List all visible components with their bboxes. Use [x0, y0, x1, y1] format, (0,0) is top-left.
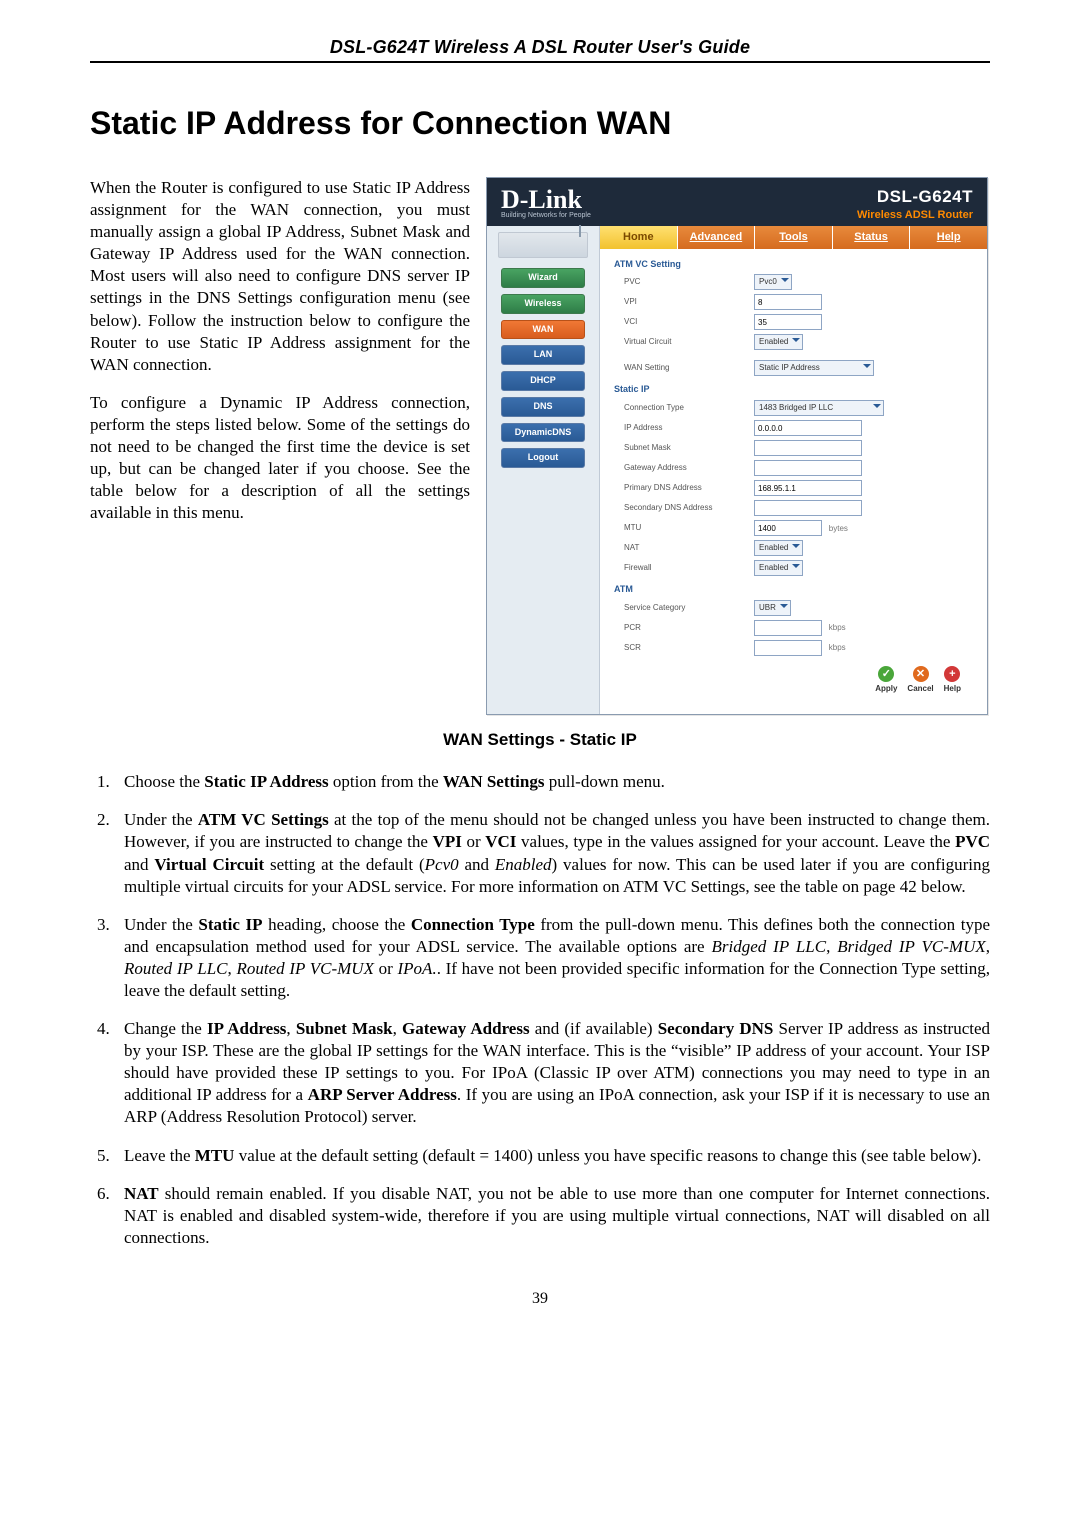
virtual-circuit-select[interactable]: Enabled [754, 334, 803, 350]
brand-tagline: Building Networks for People [501, 211, 591, 220]
pvc-select[interactable]: Pvc0 [754, 274, 792, 290]
ip-address-input[interactable] [754, 420, 862, 436]
vpi-label: VPI [614, 297, 754, 307]
nat-label: NAT [614, 543, 754, 553]
page-number: 39 [90, 1289, 990, 1310]
router-admin-screenshot: D-Link Building Networks for People DSL-… [486, 177, 988, 715]
scr-unit: kbps [829, 643, 846, 652]
help-label: Help [944, 684, 961, 694]
nat-select[interactable]: Enabled [754, 540, 803, 556]
tab-advanced[interactable]: Advanced [678, 226, 756, 248]
sidebar-item-lan[interactable]: LAN [501, 345, 585, 365]
steps-list: Choose the Static IP Address option from… [114, 771, 990, 1249]
secondary-dns-input[interactable] [754, 500, 862, 516]
secondary-dns-label: Secondary DNS Address [614, 503, 754, 513]
wan-setting-label: WAN Setting [614, 363, 754, 373]
tab-home[interactable]: Home [600, 226, 678, 248]
connection-type-label: Connection Type [614, 403, 754, 413]
section-atm-vc-title: ATM VC Setting [614, 253, 973, 273]
pvc-label: PVC [614, 277, 754, 287]
intro-paragraph: To configure a Dynamic IP Address connec… [90, 392, 470, 525]
firewall-label: Firewall [614, 563, 754, 573]
intro-paragraph: When the Router is configured to use Sta… [90, 177, 470, 376]
model-name: DSL-G624T [857, 186, 973, 208]
step-4: Change the IP Address, Subnet Mask, Gate… [114, 1018, 990, 1128]
step-2: Under the ATM VC Settings at the top of … [114, 809, 990, 897]
cancel-label: Cancel [907, 684, 933, 694]
intro-column: When the Router is configured to use Sta… [90, 177, 470, 540]
sidebar-item-wireless[interactable]: Wireless [501, 294, 585, 314]
device-thumbnail [498, 232, 588, 258]
gateway-address-label: Gateway Address [614, 463, 754, 473]
virtual-circuit-label: Virtual Circuit [614, 337, 754, 347]
subnet-mask-label: Subnet Mask [614, 443, 754, 453]
plus-icon: + [944, 666, 960, 682]
router-header: D-Link Building Networks for People DSL-… [487, 178, 987, 226]
cancel-button[interactable]: ✕ Cancel [907, 666, 933, 694]
primary-dns-label: Primary DNS Address [614, 483, 754, 493]
subnet-mask-input[interactable] [754, 440, 862, 456]
mtu-unit: bytes [829, 524, 848, 533]
service-category-label: Service Category [614, 603, 754, 613]
sidebar-item-dns[interactable]: DNS [501, 397, 585, 417]
connection-type-select[interactable]: 1483 Bridged IP LLC [754, 400, 884, 416]
mtu-input[interactable] [754, 520, 822, 536]
sidebar: Wizard Wireless WAN LAN DHCP DNS Dynamic… [487, 226, 600, 714]
section-atm-title: ATM [614, 578, 973, 598]
vpi-input[interactable] [754, 294, 822, 310]
section-static-ip-title: Static IP [614, 378, 973, 398]
pcr-input[interactable] [754, 620, 822, 636]
sidebar-item-dynamicdns[interactable]: DynamicDNS [501, 423, 585, 443]
scr-input[interactable] [754, 640, 822, 656]
model-subtitle: Wireless ADSL Router [857, 208, 973, 222]
pcr-unit: kbps [829, 623, 846, 632]
step-3: Under the Static IP heading, choose the … [114, 914, 990, 1002]
page-title: Static IP Address for Connection WAN [90, 103, 990, 145]
firewall-select[interactable]: Enabled [754, 560, 803, 576]
scr-label: SCR [614, 643, 754, 653]
step-1: Choose the Static IP Address option from… [114, 771, 990, 793]
cancel-icon: ✕ [913, 666, 929, 682]
apply-button[interactable]: ✓ Apply [875, 666, 897, 694]
help-button[interactable]: + Help [944, 666, 961, 694]
sidebar-item-wizard[interactable]: Wizard [501, 268, 585, 288]
tab-tools[interactable]: Tools [755, 226, 833, 248]
sidebar-item-dhcp[interactable]: DHCP [501, 371, 585, 391]
vci-input[interactable] [754, 314, 822, 330]
tab-help[interactable]: Help [910, 226, 987, 248]
ip-address-label: IP Address [614, 423, 754, 433]
vci-label: VCI [614, 317, 754, 327]
gateway-address-input[interactable] [754, 460, 862, 476]
apply-label: Apply [875, 684, 897, 694]
screenshot-caption: WAN Settings - Static IP [90, 729, 990, 751]
wan-setting-select[interactable]: Static IP Address [754, 360, 874, 376]
service-category-select[interactable]: UBR [754, 600, 791, 616]
running-header: DSL-G624T Wireless A DSL Router User's G… [90, 36, 990, 63]
sidebar-item-wan[interactable]: WAN [501, 320, 585, 340]
tab-bar: Home Advanced Tools Status Help [600, 226, 987, 248]
sidebar-item-logout[interactable]: Logout [501, 448, 585, 468]
primary-dns-input[interactable] [754, 480, 862, 496]
step-6: NAT should remain enabled. If you disabl… [114, 1183, 990, 1249]
pcr-label: PCR [614, 623, 754, 633]
check-icon: ✓ [878, 666, 894, 682]
tab-status[interactable]: Status [833, 226, 911, 248]
step-5: Leave the MTU value at the default setti… [114, 1145, 990, 1167]
mtu-label: MTU [614, 523, 754, 533]
model-block: DSL-G624T Wireless ADSL Router [857, 186, 973, 222]
brand-logo: D-Link [501, 188, 591, 211]
